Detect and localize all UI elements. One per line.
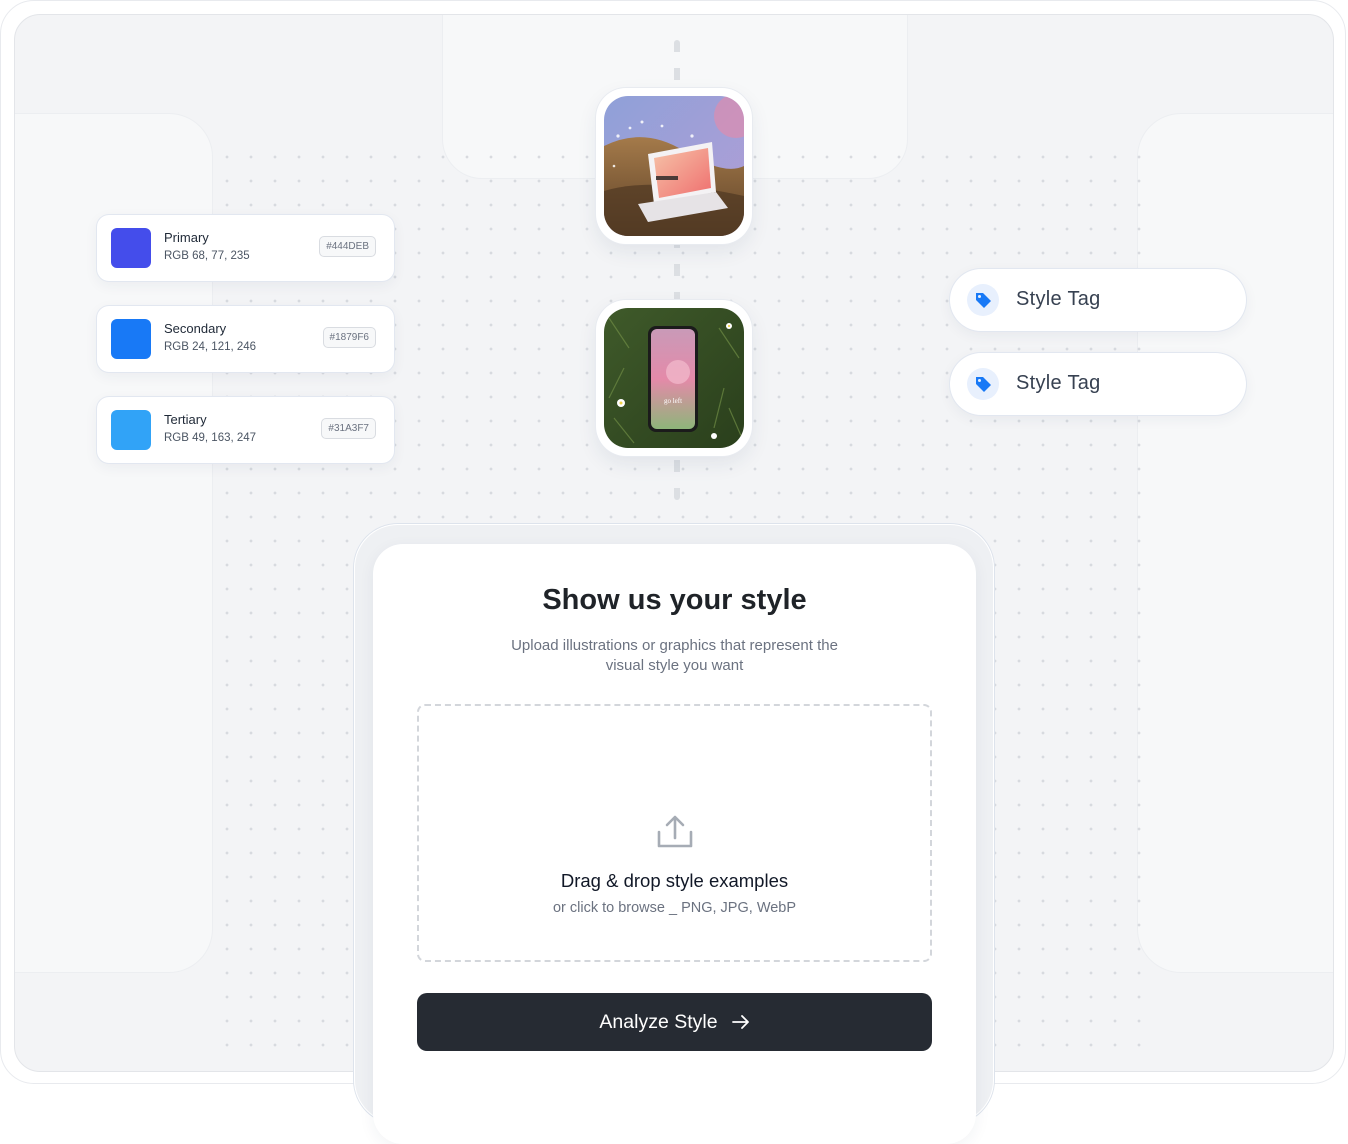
tag-icon <box>967 368 999 400</box>
style-tag-label: Style Tag <box>1016 372 1101 394</box>
dropzone[interactable]: Drag & drop style examples or click to b… <box>417 704 932 962</box>
analyze-button-label: Analyze Style <box>599 1010 718 1033</box>
color-swatch <box>111 319 151 359</box>
color-rgb: RGB 68, 77, 235 <box>164 250 250 262</box>
color-swatch <box>111 410 151 450</box>
analyze-style-button[interactable]: Analyze Style <box>417 993 932 1051</box>
arrow-right-icon <box>731 1015 749 1029</box>
phone-photo: go left <box>604 308 744 448</box>
upload-icon <box>657 815 693 848</box>
color-rgb: RGB 24, 121, 246 <box>164 341 257 353</box>
color-card-tertiary[interactable]: Tertiary RGB 49, 163, 247 #31A3F7 <box>97 397 394 463</box>
color-card-secondary[interactable]: Secondary RGB 24, 121, 246 #1879F6 <box>97 306 394 372</box>
card-title: Show us your style <box>542 584 807 616</box>
color-swatch <box>111 228 151 268</box>
style-tag-label: Style Tag <box>1016 288 1101 310</box>
card-subtitle: Upload illustrations or graphics that re… <box>511 637 838 674</box>
style-tag[interactable]: Style Tag <box>950 269 1246 331</box>
color-hex-badge[interactable]: #31A3F7 <box>321 418 376 439</box>
color-card-primary[interactable]: Primary RGB 68, 77, 235 #444DEB <box>97 215 394 281</box>
color-name: Primary <box>164 230 209 245</box>
background-panel-right <box>1137 113 1333 973</box>
tag-icon <box>967 284 999 316</box>
color-rgb: RGB 49, 163, 247 <box>164 432 257 444</box>
dropzone-subtitle: or click to browse _ PNG, JPG, WebP <box>552 900 797 916</box>
style-image-laptop[interactable] <box>596 88 752 244</box>
style-image-phone[interactable]: go left <box>596 300 752 456</box>
upload-card: Show us your style Upload illustrations … <box>373 544 976 1144</box>
color-hex-badge[interactable]: #1879F6 <box>322 327 376 348</box>
color-name: Tertiary <box>164 412 207 427</box>
color-hex-badge[interactable]: #444DEB <box>319 236 376 257</box>
laptop-photo <box>604 96 744 236</box>
phone-screen-text: go left <box>664 397 682 405</box>
color-name: Secondary <box>164 321 227 336</box>
style-tag[interactable]: Style Tag <box>950 353 1246 415</box>
dropzone-title: Drag & drop style examples <box>560 870 789 891</box>
